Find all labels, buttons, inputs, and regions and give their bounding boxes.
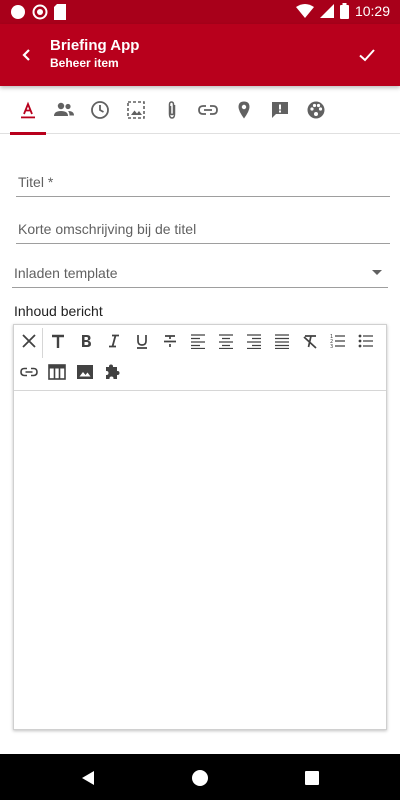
insert-table-button[interactable] xyxy=(44,359,70,385)
feedback-icon xyxy=(272,102,288,118)
battery-icon xyxy=(339,3,349,19)
nav-back-icon xyxy=(82,771,94,785)
strikethrough-button[interactable] xyxy=(157,328,183,354)
unordered-list-button[interactable] xyxy=(353,328,379,354)
underline-icon xyxy=(137,335,147,349)
editor-toolbar: 1 2 3 xyxy=(14,325,386,391)
align-center-icon xyxy=(219,334,233,349)
circle-icon xyxy=(11,5,25,19)
close-button[interactable] xyxy=(16,328,42,354)
tab-feedback[interactable] xyxy=(262,86,298,134)
nav-recents-icon xyxy=(305,771,319,785)
nav-home-icon xyxy=(192,770,208,786)
close-icon xyxy=(22,334,36,348)
title-input[interactable]: Titel * xyxy=(16,166,390,197)
navigation-bar xyxy=(0,754,400,800)
short-description-input[interactable]: Korte omschrijving bij de titel xyxy=(16,214,390,244)
table-icon xyxy=(48,364,66,380)
signal-icon xyxy=(319,4,334,18)
link-icon xyxy=(198,105,218,115)
clear-format-button[interactable] xyxy=(297,328,323,354)
status-bar: 10:29 xyxy=(0,0,400,24)
bold-button[interactable] xyxy=(73,328,99,354)
toolbar-divider xyxy=(42,328,43,358)
align-justify-icon xyxy=(275,334,289,349)
tab-media[interactable] xyxy=(118,86,154,134)
align-left-icon xyxy=(191,334,205,349)
extension-icon xyxy=(106,364,120,379)
tab-people[interactable] xyxy=(46,86,82,134)
align-right-button[interactable] xyxy=(241,328,267,354)
tab-schedule[interactable] xyxy=(82,86,118,134)
link-icon xyxy=(20,367,38,377)
app-title: Briefing App xyxy=(50,37,140,54)
template-select-label: Inladen template xyxy=(14,265,118,281)
status-time: 10:29 xyxy=(354,3,390,19)
text-size-icon xyxy=(52,334,64,348)
italic-icon xyxy=(109,334,119,348)
align-justify-button[interactable] xyxy=(269,328,295,354)
clear-format-icon xyxy=(303,335,317,349)
insert-image-button[interactable] xyxy=(72,359,98,385)
svg-text:3: 3 xyxy=(330,344,333,349)
checkmark-icon xyxy=(359,49,375,62)
ordered-list-icon: 1 2 3 xyxy=(330,334,345,349)
ordered-list-button[interactable]: 1 2 3 xyxy=(325,328,351,354)
tab-bar xyxy=(0,86,400,135)
tab-text[interactable] xyxy=(10,86,46,135)
rich-text-editor: 1 2 3 xyxy=(13,324,387,730)
nav-home-button[interactable] xyxy=(188,766,212,790)
bold-icon xyxy=(82,335,91,347)
save-button[interactable] xyxy=(354,42,380,68)
chevron-down-icon xyxy=(372,270,382,275)
back-arrow-icon xyxy=(22,49,30,61)
align-left-button[interactable] xyxy=(185,328,211,354)
palette-icon xyxy=(307,101,325,119)
content-label: Inhoud bericht xyxy=(14,303,103,319)
nav-recents-button[interactable] xyxy=(300,766,324,790)
tab-style[interactable] xyxy=(298,86,334,134)
tab-attachments[interactable] xyxy=(154,86,190,134)
location-pin-icon xyxy=(238,101,250,119)
back-button[interactable] xyxy=(14,42,40,68)
title-placeholder: Titel * xyxy=(18,174,54,190)
tab-location[interactable] xyxy=(226,86,262,134)
insert-link-button[interactable] xyxy=(16,359,42,385)
underline-button[interactable] xyxy=(129,328,155,354)
italic-button[interactable] xyxy=(101,328,127,354)
insert-plugin-button[interactable] xyxy=(100,359,126,385)
align-right-icon xyxy=(247,334,261,349)
app-subtitle: Beheer item xyxy=(50,56,119,70)
tab-links[interactable] xyxy=(190,86,226,134)
clock-icon xyxy=(91,101,109,119)
short-description-placeholder: Korte omschrijving bij de titel xyxy=(18,221,197,237)
editor-content-area[interactable] xyxy=(14,391,386,729)
strikethrough-icon xyxy=(164,335,176,347)
image-icon xyxy=(127,101,145,119)
template-select[interactable]: Inladen template xyxy=(12,258,388,288)
nav-back-button[interactable] xyxy=(76,766,100,790)
text-format-icon xyxy=(21,101,35,119)
wifi-icon xyxy=(295,4,314,18)
align-center-button[interactable] xyxy=(213,328,239,354)
unordered-list-icon xyxy=(358,334,373,348)
people-icon xyxy=(54,102,74,116)
sd-card-icon xyxy=(54,4,66,20)
app-bar: Briefing App Beheer item xyxy=(0,24,400,86)
text-size-button[interactable] xyxy=(45,328,71,354)
attachment-icon xyxy=(168,101,176,119)
circle-outline-icon xyxy=(32,4,48,20)
image-icon xyxy=(77,365,93,379)
